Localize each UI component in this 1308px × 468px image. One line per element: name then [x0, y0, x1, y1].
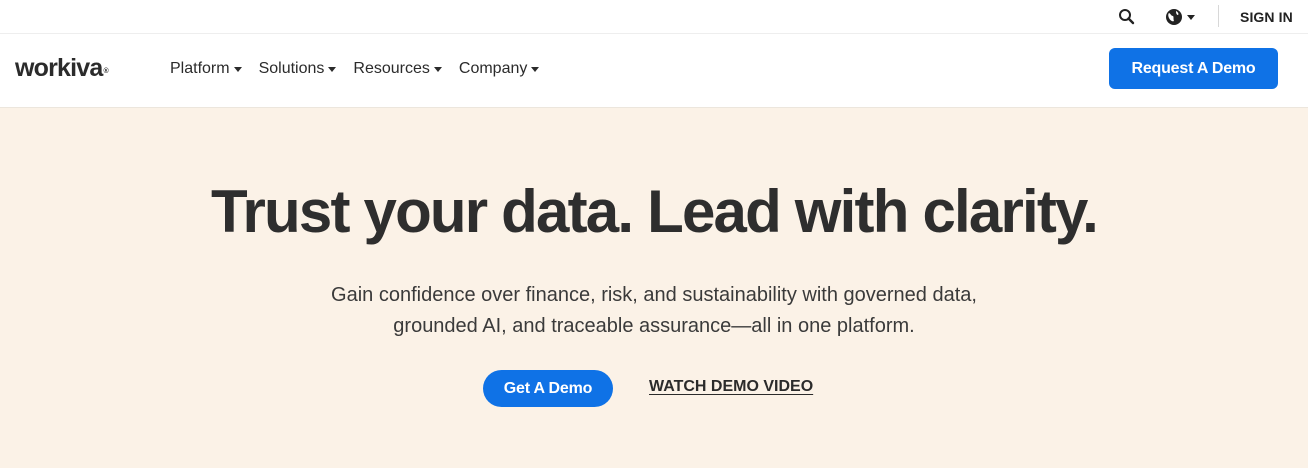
chevron-down-icon	[433, 66, 442, 72]
chevron-down-icon	[531, 66, 540, 72]
nav-item-label: Platform	[170, 60, 230, 77]
language-selector[interactable]	[1165, 6, 1199, 28]
workiva-logo[interactable]: workiva®	[15, 53, 109, 83]
nav-item-label: Solutions	[258, 60, 325, 77]
utility-bar: SIGN IN	[0, 0, 1308, 34]
watch-demo-video-link[interactable]: WATCH DEMO VIDEO	[649, 377, 813, 397]
nav-item-label: Company	[458, 60, 528, 77]
search-icon[interactable]	[1117, 7, 1137, 27]
chevron-down-icon	[328, 66, 337, 72]
hero-section: Trust your data. Lead with clarity. Gain…	[0, 108, 1308, 468]
globe-icon	[1166, 9, 1182, 25]
nav-item-label: Resources	[353, 60, 430, 77]
request-demo-button[interactable]: Request A Demo	[1109, 48, 1278, 89]
nav-item-resources[interactable]: Resources	[353, 59, 442, 79]
nav-item-solutions[interactable]: Solutions	[259, 59, 337, 79]
nav-item-platform[interactable]: Platform	[170, 59, 242, 79]
logo-text: workiva	[15, 54, 103, 82]
main-navigation: workiva® Platform Solutions Resources Co…	[0, 34, 1308, 108]
hero-subtitle: Gain confidence over finance, risk, and …	[331, 284, 977, 337]
nav-menu: Platform Solutions Resources Company	[170, 59, 556, 79]
nav-item-company[interactable]: Company	[458, 59, 540, 79]
hero-title: Trust your data. Lead with clarity.	[210, 178, 1099, 245]
divider	[1218, 5, 1219, 27]
get-demo-button[interactable]: Get A Demo	[483, 370, 613, 407]
chevron-down-icon	[233, 66, 242, 72]
chevron-down-icon	[1187, 14, 1195, 20]
registered-mark: ®	[103, 68, 109, 75]
sign-in-link[interactable]: SIGN IN	[1240, 9, 1293, 26]
